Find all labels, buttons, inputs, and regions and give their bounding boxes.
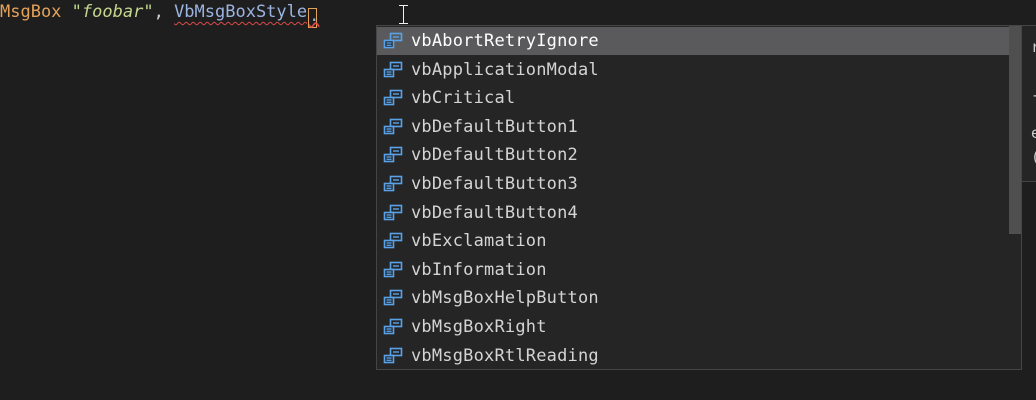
suggestion-item-label: vbDefaultButton4 xyxy=(411,202,578,223)
token-string: "foobar" xyxy=(71,2,154,22)
suggestion-item[interactable]: vbMsgBoxHelpButton xyxy=(377,284,1009,312)
suggestion-item[interactable]: vbApplicationModal xyxy=(377,56,1009,84)
suggestion-item-label: vbDefaultButton2 xyxy=(411,145,578,166)
suggestion-item-label: vbCritical xyxy=(411,88,516,109)
enum-member-icon xyxy=(382,231,404,251)
suggestion-item[interactable]: vbAbortRetryIgnore xyxy=(377,27,1009,55)
suggestion-item[interactable]: vbMsgBoxRtlReading xyxy=(377,342,1009,369)
enum-member-icon xyxy=(382,346,404,366)
enum-member-icon xyxy=(382,117,404,137)
suggestion-item-label: vbAbortRetryIgnore xyxy=(411,31,599,51)
suggestion-item[interactable]: vbDefaultButton1 xyxy=(377,113,1009,141)
suggestion-item-label: vbExclamation xyxy=(411,231,547,252)
suggestion-details-panel: r - e ( xyxy=(1022,25,1036,182)
token-vbmsgboxstyle: VbMsgBoxStyle xyxy=(174,2,308,22)
code-line-1[interactable]: MsgBox "foobar", VbMsgBoxStyle. xyxy=(0,0,319,28)
suggestion-list[interactable]: vbAbortRetryIgnore vbApplicationModal vbCr… xyxy=(376,25,1022,370)
enum-member-icon xyxy=(382,145,404,165)
suggestion-item[interactable]: vbMsgBoxRight xyxy=(377,313,1009,341)
enum-member-icon xyxy=(382,288,404,308)
suggestion-item-label: vbDefaultButton1 xyxy=(411,116,578,137)
enum-member-icon xyxy=(382,203,404,223)
details-fragment: - xyxy=(1031,86,1036,104)
token-comma: , xyxy=(153,2,164,22)
details-fragment: e xyxy=(1031,124,1036,142)
suggestion-item-label: vbMsgBoxHelpButton xyxy=(411,288,599,309)
text-cursor: . xyxy=(308,6,320,28)
suggestion-item[interactable]: vbInformation xyxy=(377,256,1009,284)
suggestion-item[interactable]: vbDefaultButton4 xyxy=(377,199,1009,227)
details-fragment: r xyxy=(1031,38,1036,56)
details-fragment: ( xyxy=(1031,148,1036,166)
suggestion-item[interactable]: vbExclamation xyxy=(377,227,1009,255)
enum-member-icon xyxy=(382,317,404,337)
suggestion-item-label: vbInformation xyxy=(411,259,547,280)
suggestion-item-label: vbApplicationModal xyxy=(411,59,599,80)
suggestion-item[interactable]: vbDefaultButton3 xyxy=(377,170,1009,198)
suggestion-item[interactable]: vbCritical xyxy=(377,84,1009,112)
enum-member-icon xyxy=(382,31,404,51)
suggestion-scrollbar-thumb[interactable] xyxy=(1009,26,1021,234)
token-msgbox: MsgBox xyxy=(0,2,62,22)
enum-member-icon xyxy=(382,174,404,194)
ibeam-cursor-icon xyxy=(397,3,410,25)
suggestion-item[interactable]: vbDefaultButton2 xyxy=(377,141,1009,169)
suggestion-item-label: vbDefaultButton3 xyxy=(411,174,578,194)
enum-member-icon xyxy=(382,60,404,80)
suggestion-item-label: vbMsgBoxRtlReading xyxy=(411,345,599,366)
suggestion-scrollbar[interactable] xyxy=(1008,26,1021,369)
enum-member-icon xyxy=(382,88,404,108)
enum-member-icon xyxy=(382,260,404,280)
suggestion-item-label: vbMsgBoxRight xyxy=(411,317,547,337)
token-dot: . xyxy=(309,6,320,26)
